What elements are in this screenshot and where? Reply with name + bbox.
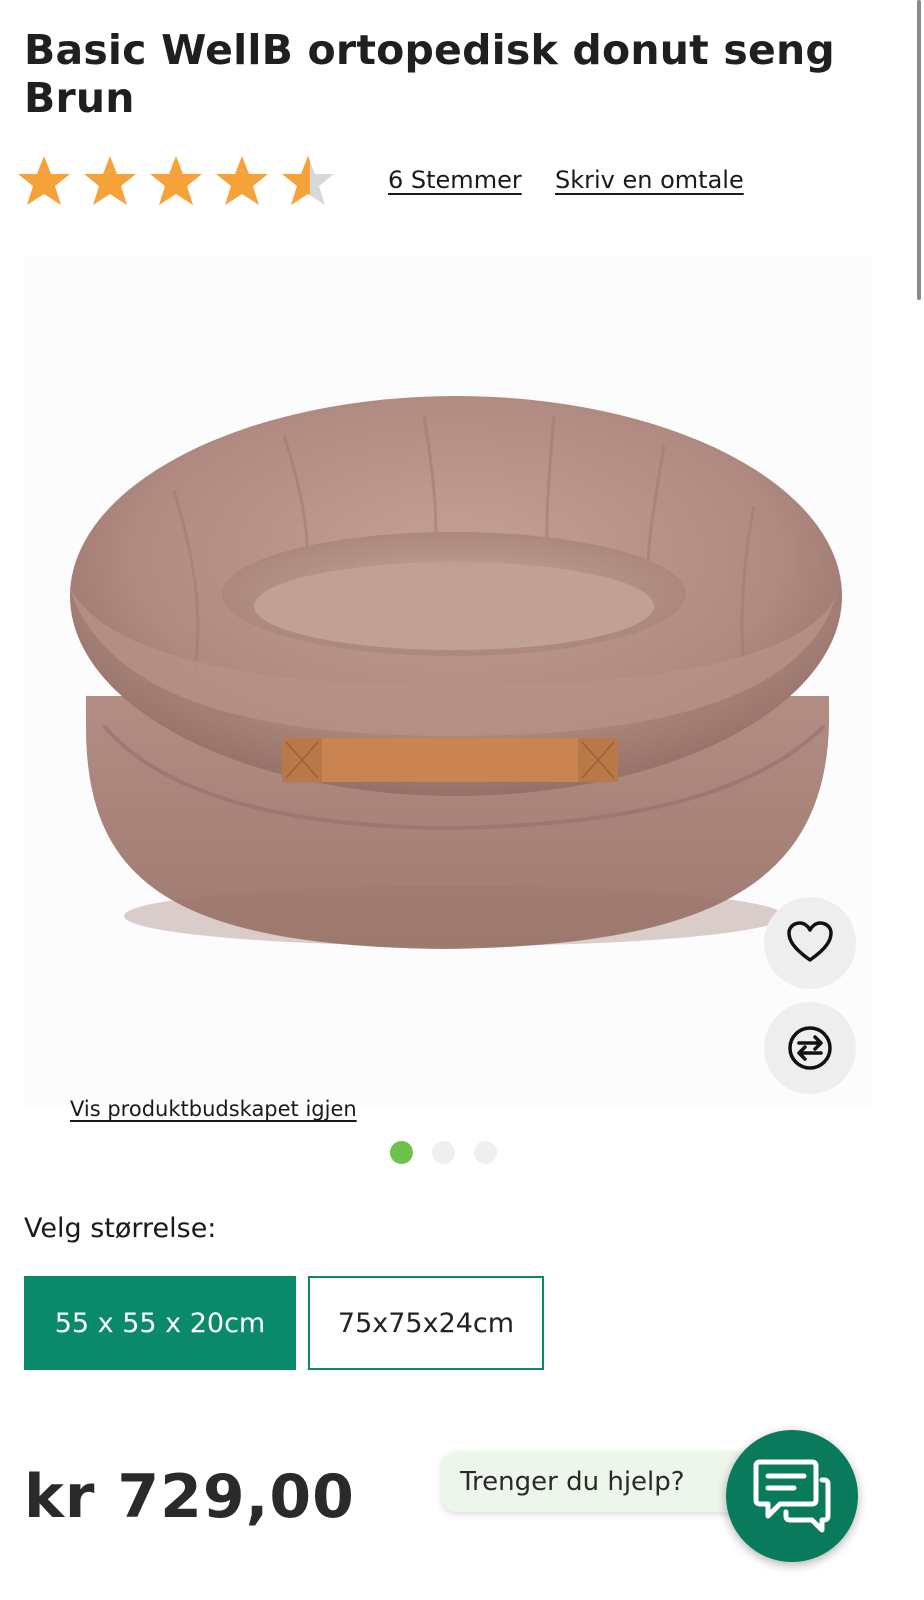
- rating-row: 6 Stemmer Skriv en omtale: [14, 150, 894, 214]
- product-image-gallery[interactable]: [24, 256, 872, 1106]
- gallery-dot[interactable]: [474, 1141, 497, 1164]
- chat-button[interactable]: [726, 1430, 858, 1562]
- donut-dog-bed-image: [69, 396, 842, 949]
- help-bubble[interactable]: Trenger du hjelp?: [442, 1452, 772, 1512]
- product-price: kr 729,00: [24, 1462, 355, 1532]
- compare-arrows-icon: [788, 1026, 832, 1070]
- write-review-link[interactable]: Skriv en omtale: [555, 166, 744, 194]
- half-star-icon: [282, 156, 334, 205]
- votes-link[interactable]: 6 Stemmer: [388, 166, 522, 194]
- gallery-dot[interactable]: [432, 1141, 455, 1164]
- heart-icon: [787, 921, 833, 962]
- gallery-dot[interactable]: [390, 1141, 413, 1164]
- rating-stars: [14, 150, 344, 214]
- star-icon: [84, 156, 136, 205]
- show-product-message-link[interactable]: Vis produktbudskapet igjen: [70, 1097, 357, 1121]
- size-option-selected[interactable]: 55 x 55 x 20cm: [24, 1276, 296, 1370]
- gallery-pagination: [390, 1141, 497, 1164]
- star-icon: [150, 156, 202, 205]
- compare-button[interactable]: [764, 1002, 856, 1094]
- product-title: Basic WellB ortopedisk donut seng Brun: [24, 26, 835, 122]
- star-icon: [18, 156, 70, 205]
- star-icon: [216, 156, 268, 205]
- page-scrollbar[interactable]: [917, 0, 921, 300]
- wishlist-button[interactable]: [764, 897, 856, 989]
- size-option[interactable]: 75x75x24cm: [308, 1276, 544, 1370]
- chat-icon: [753, 1459, 831, 1533]
- size-label: Velg størrelse:: [24, 1213, 217, 1244]
